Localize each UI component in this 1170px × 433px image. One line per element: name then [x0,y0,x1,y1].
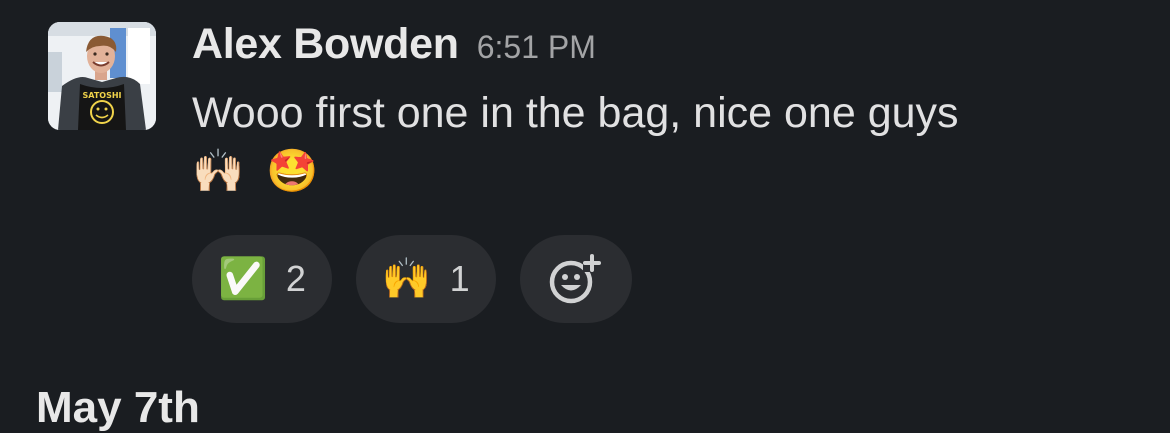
avatar[interactable]: SATOSHI [48,22,156,130]
raising-hands-emoji: 🙌🏻 [192,147,245,194]
check-mark-button-icon: ✅ [218,257,268,301]
add-reaction-icon [549,254,601,304]
reaction-count: 1 [449,258,470,299]
reaction-count: 2 [285,258,306,299]
message-text: Wooo first one in the bag, nice one guys [192,89,959,137]
avatar-shirt-text: SATOSHI [82,91,121,100]
raising-hands-icon: 🙌 [381,257,432,301]
reaction-raising-hands[interactable]: 🙌 1 [355,235,496,323]
reactions-bar: ✅ 2 🙌 1 [192,235,632,323]
reaction-check-mark[interactable]: ✅ 2 [192,235,332,323]
message-content: Alex Bowden 6:51 PM Wooo first one in th… [192,20,1152,323]
date-divider: May 7th [36,383,200,432]
star-struck-emoji: 🤩 [266,147,319,194]
message-inline-emojis: 🙌🏻 🤩 [192,140,1152,202]
add-reaction-button[interactable] [519,235,632,323]
author-name[interactable]: Alex Bowden [192,20,459,69]
avatar-photo: SATOSHI [48,22,156,130]
message-timestamp[interactable]: 6:51 PM [477,29,596,66]
message-header: Alex Bowden 6:51 PM [192,20,1152,80]
